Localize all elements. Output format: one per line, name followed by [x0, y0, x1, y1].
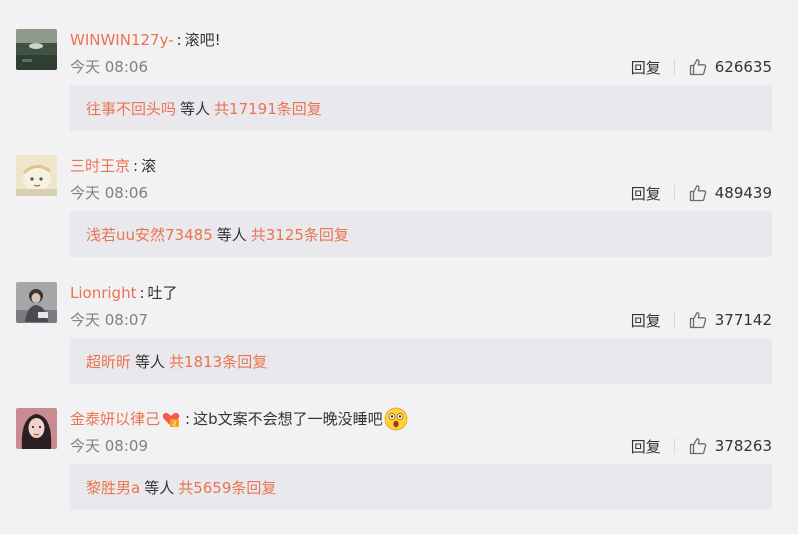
cartoon-avatar-icon	[16, 155, 57, 196]
like-count: 626635	[714, 58, 772, 76]
avatar[interactable]	[16, 155, 57, 196]
sub-replies-box[interactable]: 往事不回头吗 等人 共17191条回复	[70, 85, 772, 131]
colon: :	[133, 157, 139, 175]
landscape-avatar-icon	[16, 29, 57, 70]
girl-avatar-icon	[16, 408, 57, 449]
comment-line: Lionright : 吐了	[70, 282, 178, 304]
thumbs-up-icon	[689, 437, 707, 455]
comment-time: 今天 08:07	[70, 311, 148, 329]
thumbs-up-icon	[689, 311, 707, 329]
comment-line: 金泰妍以律己 2 : 这b文案不会想了一晚没睡吧	[70, 407, 409, 431]
comment-line: WINWIN127y- : 滚吧!	[70, 29, 221, 51]
svg-text:2: 2	[172, 420, 176, 428]
comment-actions: 回复 377142	[631, 310, 772, 330]
sub-replies-box[interactable]: 超昕昕 等人 共1813条回复	[70, 338, 772, 384]
comment-text: 这b文案不会想了一晚没睡吧	[193, 410, 383, 428]
sub-reply-total-link[interactable]: 共17191条回复	[214, 98, 322, 119]
like-button[interactable]: 626635	[689, 58, 772, 76]
reply-button[interactable]: 回复	[631, 310, 661, 331]
comment-username[interactable]: Lionright	[70, 282, 136, 304]
sub-reply-user[interactable]: 往事不回头吗	[86, 98, 176, 119]
comment-text: 滚	[141, 157, 157, 175]
sub-reply-etc: 等人	[135, 352, 166, 371]
sub-replies-box[interactable]: 浅若uu安然73485 等人 共3125条回复	[70, 211, 772, 257]
avatar[interactable]	[16, 282, 57, 323]
comment-item: 三时王京 : 滚 今天 08:06 回复 489439 浅若uu安然73485 …	[0, 155, 798, 281]
comment-username[interactable]: 金泰妍以律己	[70, 408, 160, 430]
heart-badge-icon: 2	[161, 409, 181, 429]
reply-button[interactable]: 回复	[631, 57, 661, 78]
comment-time: 今天 08:06	[70, 184, 148, 202]
like-count: 377142	[714, 311, 772, 329]
colon: :	[139, 284, 145, 302]
like-count: 489439	[714, 184, 772, 202]
person-avatar-icon	[16, 282, 57, 323]
thumbs-up-icon	[689, 58, 707, 76]
comment-item: 金泰妍以律己 2 : 这b文案不会想了一晚没睡吧 今天 08:09 回复 378…	[0, 407, 798, 534]
avatar[interactable]	[16, 29, 57, 70]
sub-reply-etc: 等人	[180, 99, 211, 118]
colon: :	[185, 410, 191, 428]
sub-reply-total-link[interactable]: 共1813条回复	[169, 351, 267, 372]
sub-reply-user[interactable]: 黎胜男a	[86, 477, 140, 498]
like-count: 378263	[714, 437, 772, 455]
divider	[673, 438, 675, 454]
colon: :	[176, 31, 182, 49]
divider	[673, 59, 675, 75]
comment-text: 吐了	[147, 284, 178, 302]
shocked-face-emoji-icon	[384, 407, 408, 431]
comment-actions: 回复 378263	[631, 436, 772, 456]
sub-reply-user[interactable]: 超昕昕	[86, 351, 131, 372]
reply-button[interactable]: 回复	[631, 436, 661, 457]
reply-button[interactable]: 回复	[631, 183, 661, 204]
comment-line: 三时王京 : 滚	[70, 155, 156, 177]
sub-reply-etc: 等人	[144, 478, 175, 497]
like-button[interactable]: 377142	[689, 311, 772, 329]
sub-reply-user[interactable]: 浅若uu安然73485	[86, 224, 213, 245]
comment-item: WINWIN127y- : 滚吧! 今天 08:06 回复 626635 往事不…	[0, 29, 798, 155]
thumbs-up-icon	[689, 184, 707, 202]
avatar[interactable]	[16, 408, 57, 449]
comment-time: 今天 08:06	[70, 58, 148, 76]
comment-item: Lionright : 吐了 今天 08:07 回复 377142 超昕昕 等人…	[0, 282, 798, 408]
comment-text: 滚吧!	[184, 31, 221, 49]
sub-reply-total-link[interactable]: 共5659条回复	[178, 477, 276, 498]
divider	[673, 185, 675, 201]
divider	[673, 312, 675, 328]
comment-time: 今天 08:09	[70, 437, 148, 455]
comment-actions: 回复 489439	[631, 183, 772, 203]
comment-username[interactable]: WINWIN127y-	[70, 29, 174, 51]
like-button[interactable]: 489439	[689, 184, 772, 202]
like-button[interactable]: 378263	[689, 437, 772, 455]
sub-reply-total-link[interactable]: 共3125条回复	[251, 224, 349, 245]
sub-replies-box[interactable]: 黎胜男a 等人 共5659条回复	[70, 464, 772, 510]
sub-reply-etc: 等人	[216, 225, 247, 244]
comment-username[interactable]: 三时王京	[70, 155, 130, 177]
comment-actions: 回复 626635	[631, 57, 772, 77]
